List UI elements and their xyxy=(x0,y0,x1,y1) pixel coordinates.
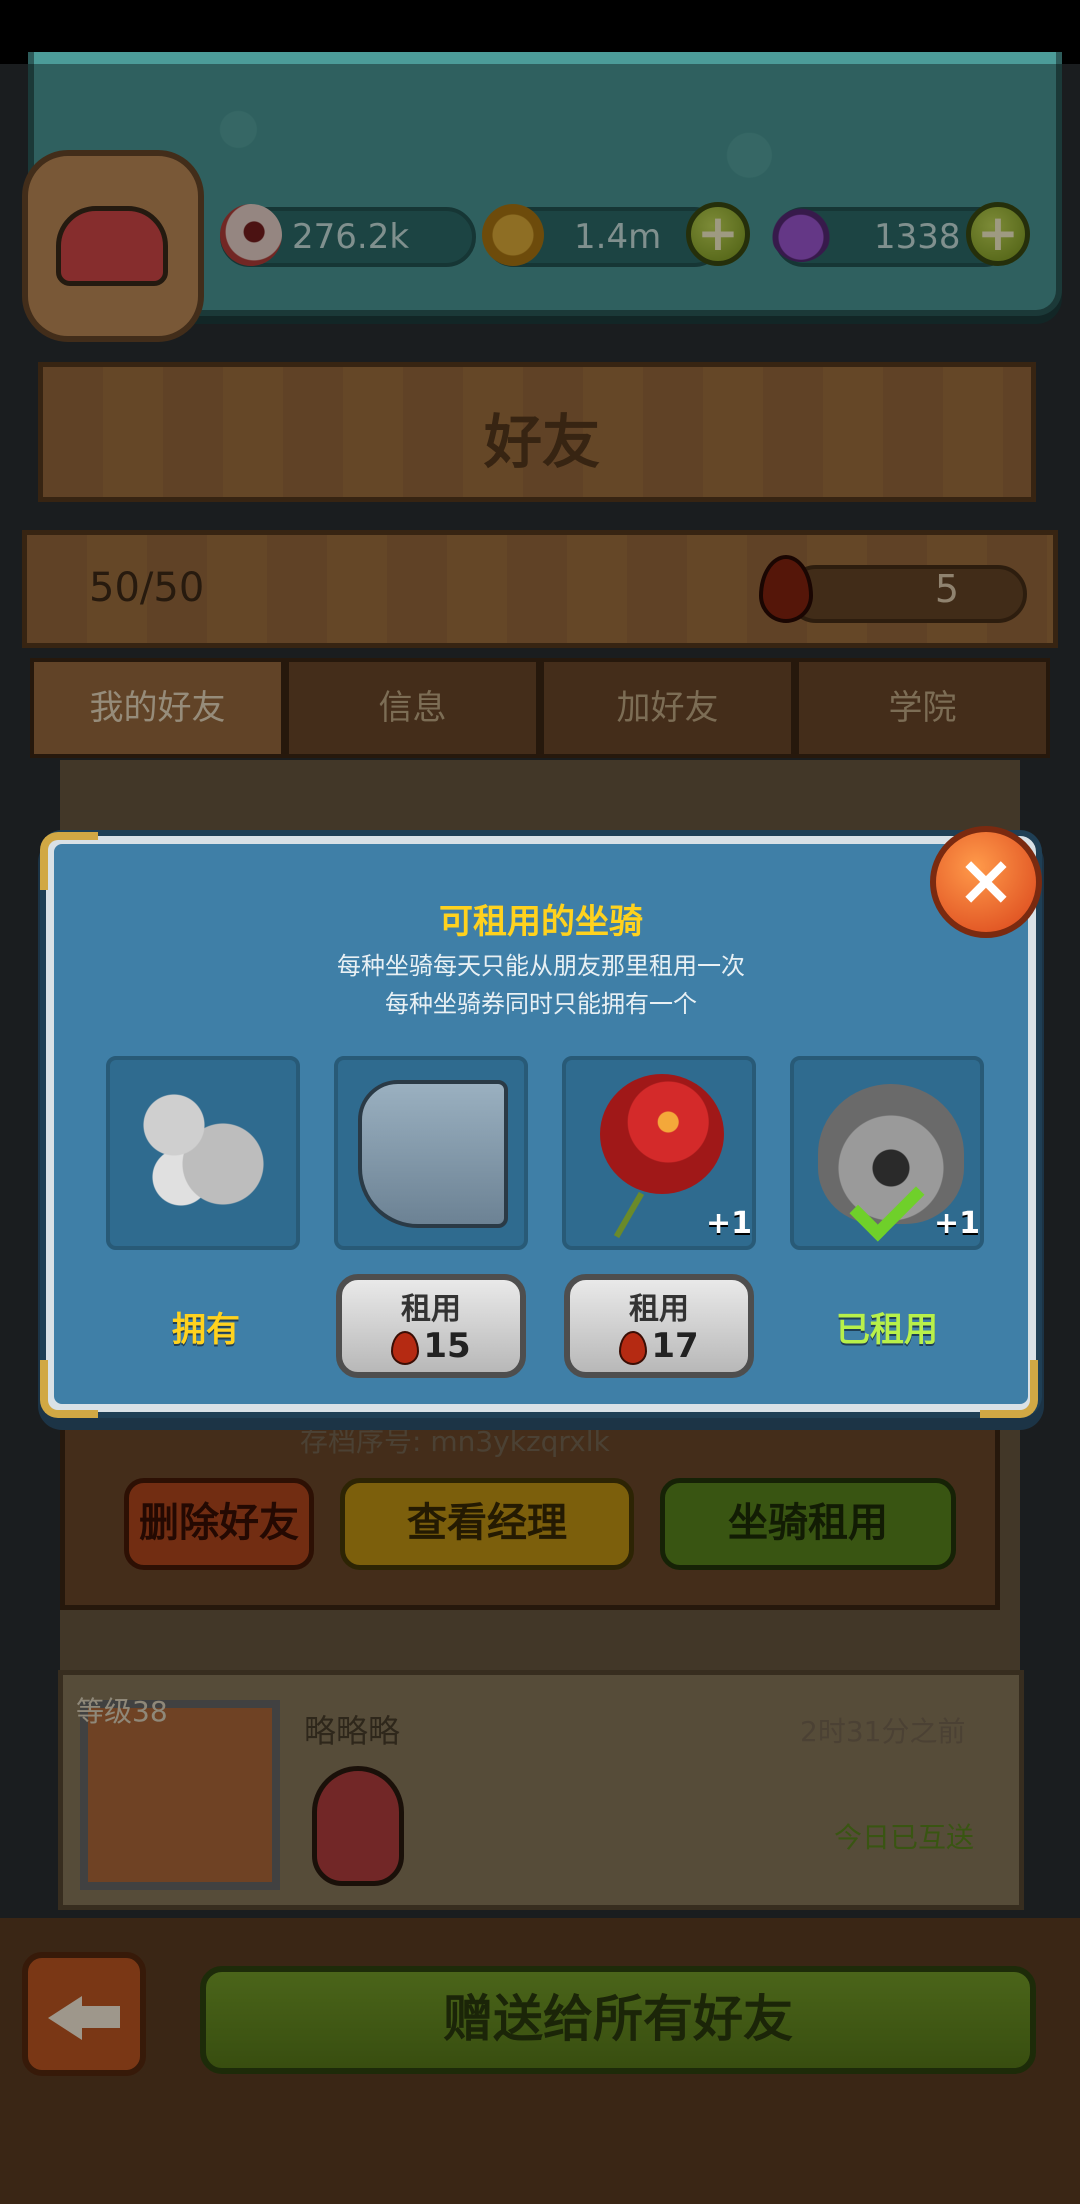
rose-mount-icon xyxy=(600,1074,724,1194)
mount-slot-3[interactable]: +1 xyxy=(562,1056,756,1250)
rose-stem xyxy=(613,1191,645,1239)
mount-slot-2[interactable] xyxy=(334,1056,528,1250)
mount-bonus: +1 xyxy=(706,1206,753,1241)
rent-label: 租用 xyxy=(401,1292,461,1327)
dialog-corner-decoration xyxy=(40,1360,98,1418)
dialog-corner-decoration xyxy=(40,832,98,890)
dialog-subtitle-2: 每种坐骑券同时只能拥有一个 xyxy=(385,990,697,1018)
rent-mount-2-button[interactable]: 租用 15 xyxy=(336,1274,526,1378)
mechanical-crane-mount-icon xyxy=(358,1080,508,1228)
dialog-title: 可租用的坐骑 xyxy=(439,902,643,942)
rentable-mounts-dialog: 可租用的坐骑 每种坐骑每天只能从朋友那里租用一次 每种坐骑券同时只能拥有一个 拥… xyxy=(46,836,1036,1412)
blood-drop-icon xyxy=(619,1330,648,1365)
rent-label: 租用 xyxy=(629,1292,689,1327)
mount-slot-1[interactable] xyxy=(106,1056,300,1250)
blood-drop-icon xyxy=(391,1330,420,1365)
mount-owned-status: 拥有 xyxy=(172,1310,240,1350)
dialog-subtitle-1: 每种坐骑每天只能从朋友那里租用一次 xyxy=(337,952,745,980)
rent-cost: 17 xyxy=(651,1326,699,1366)
balloon-sheep-mount-icon xyxy=(132,1086,272,1216)
rent-cost: 15 xyxy=(423,1326,471,1366)
close-button[interactable]: × xyxy=(930,826,1042,938)
rent-mount-3-button[interactable]: 租用 17 xyxy=(564,1274,754,1378)
mount-bonus: +1 xyxy=(934,1206,981,1241)
dialog-corner-decoration xyxy=(980,1360,1038,1418)
mount-rented-status: 已租用 xyxy=(836,1310,938,1350)
mount-slot-4[interactable]: +1 xyxy=(790,1056,984,1250)
